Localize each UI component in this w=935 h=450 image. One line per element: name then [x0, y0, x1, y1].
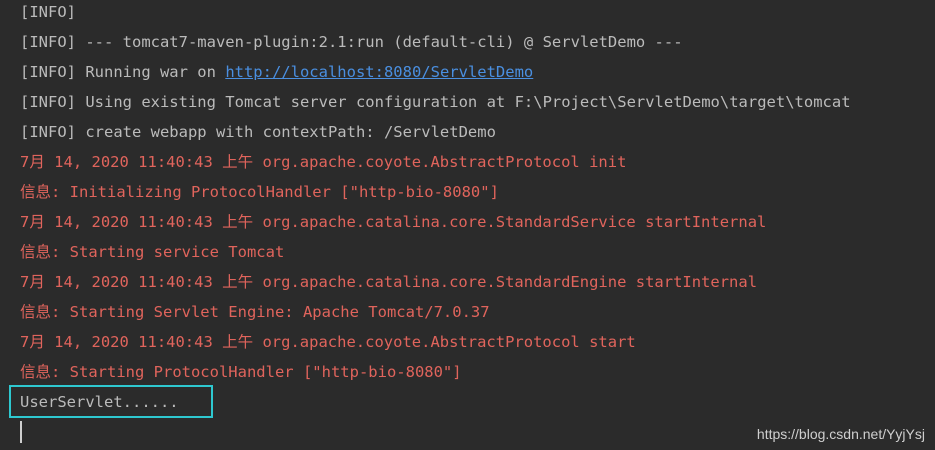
console-line-stderr: 7月 14, 2020 11:40:43 上午 org.apache.catal…	[20, 273, 758, 291]
watermark: https://blog.csdn.net/YyjYsj	[756, 426, 925, 442]
console-line: [INFO] --- tomcat7-maven-plugin:2.1:run …	[20, 33, 683, 51]
console-line: [INFO] Using existing Tomcat server conf…	[20, 93, 851, 111]
console-line-stderr: 7月 14, 2020 11:40:43 上午 org.apache.coyot…	[20, 153, 627, 171]
console-line-stderr: 信息: Starting Servlet Engine: Apache Tomc…	[20, 303, 490, 321]
console-line-stderr: 信息: Starting ProtocolHandler ["http-bio-…	[20, 363, 462, 381]
console-line-stderr: 7月 14, 2020 11:40:43 上午 org.apache.catal…	[20, 213, 767, 231]
console-line-stderr: 7月 14, 2020 11:40:43 上午 org.apache.coyot…	[20, 333, 636, 351]
console-line: [INFO]	[20, 3, 76, 21]
text-caret	[20, 421, 22, 443]
run-console[interactable]: [INFO] [INFO] --- tomcat7-maven-plugin:2…	[0, 0, 935, 450]
highlight-box	[9, 385, 213, 418]
console-line: [INFO] create webapp with contextPath: /…	[20, 123, 496, 141]
console-line-stderr: 信息: Starting service Tomcat	[20, 243, 285, 261]
console-line-prefix: [INFO] Running war on	[20, 63, 226, 81]
console-line: [INFO] Running war on http://localhost:8…	[20, 57, 533, 87]
localhost-link[interactable]: http://localhost:8080/ServletDemo	[225, 63, 533, 81]
console-line-stderr: 信息: Initializing ProtocolHandler ["http-…	[20, 183, 499, 201]
